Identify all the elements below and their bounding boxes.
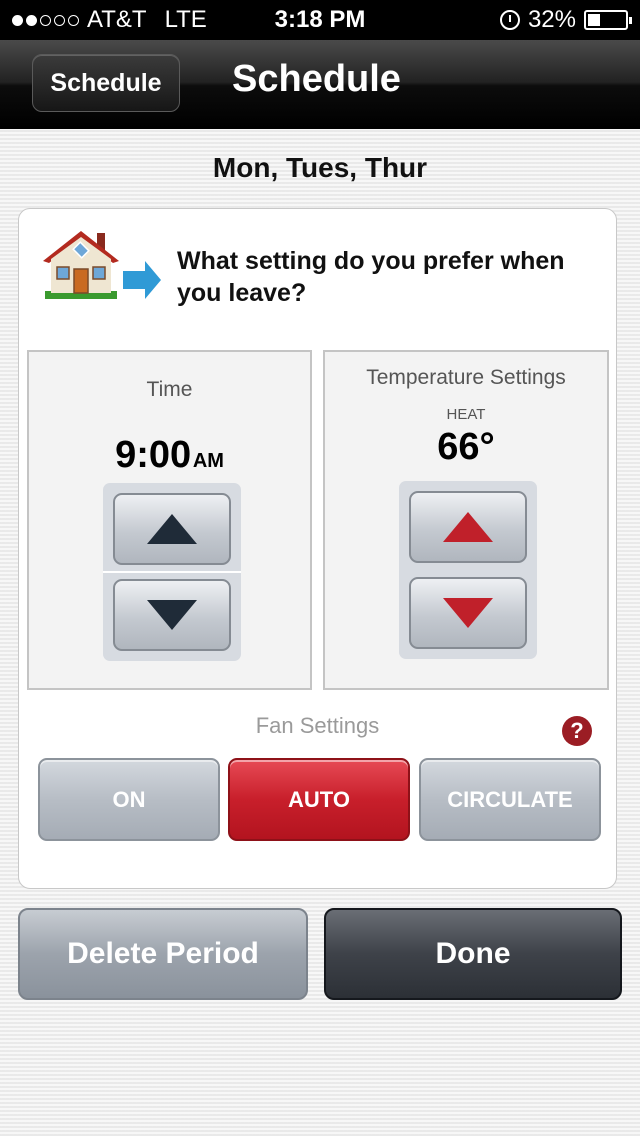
arrow-up-icon [443,512,493,542]
arrow-up-icon [147,514,197,544]
back-button[interactable]: Schedule [32,54,180,112]
time-value: 9:00 AM [29,434,310,477]
temperature-value: 66° [437,426,495,468]
page-title: Schedule [232,58,401,100]
delete-period-button[interactable]: Delete Period [18,908,308,1000]
time-ampm: AM [192,450,224,472]
mode-label: HEAT [446,406,486,423]
fan-auto-button[interactable]: AUTO [228,758,410,841]
schedule-days: Mon, Tues, Thur [212,152,428,183]
temperature-label: Temperature Settings [366,366,566,389]
temperature-down-button[interactable] [409,577,527,649]
status-bar: AT&T LTE 3:18 PM 32% [0,0,640,40]
time-panel: Time 9:00 AM [27,350,312,690]
battery-icon [584,10,632,30]
fan-settings-label: Fan Settings [255,713,380,738]
fan-on-button[interactable]: ON [38,758,220,841]
time-label: Time [146,378,193,401]
battery-percentage: 32% [527,6,576,33]
alarm-clock-icon [499,10,520,30]
temperature-stepper [399,481,537,659]
arrow-down-icon [443,598,493,628]
temperature-up-button[interactable] [409,491,527,563]
done-button[interactable]: Done [324,908,622,1000]
navigation-bar: Schedule Schedule [0,40,640,129]
arrow-down-icon [147,600,197,630]
fan-circulate-button[interactable]: CIRCULATE [419,758,601,841]
time-stepper [103,483,241,661]
leave-prompt: What setting do you prefer when you leav… [177,247,565,307]
time-down-button[interactable] [113,579,231,651]
help-icon[interactable]: ? [562,716,592,746]
temperature-panel: Temperature Settings HEAT 66° [323,350,609,690]
house-leave-icon [43,231,161,299]
period-settings-card: What setting do you prefer when you leav… [18,208,617,889]
time-up-button[interactable] [113,493,231,565]
time-digits: 9:00 [115,434,192,476]
